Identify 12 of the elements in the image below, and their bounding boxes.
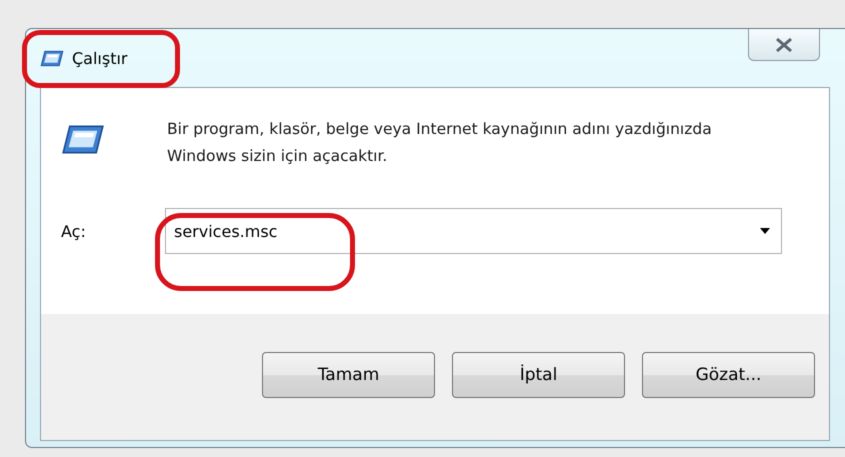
open-combobox[interactable]: services.msc xyxy=(165,208,782,254)
close-button[interactable] xyxy=(748,29,820,61)
window-title: Çalıştır xyxy=(72,48,128,68)
dialog-button[interactable]: Tamam xyxy=(262,352,435,398)
run-icon xyxy=(61,124,105,155)
run-icon xyxy=(40,50,64,66)
field-label: Aç: xyxy=(61,222,87,240)
close-icon xyxy=(774,36,794,52)
description-text: Bir program, klasör, belge veya Internet kaynağının adını yazdığınızda Windows sizin için açacaktır. xyxy=(167,119,713,167)
dialog-button[interactable]: İptal xyxy=(452,352,625,398)
dropdown-arrow-icon[interactable] xyxy=(759,227,771,235)
dialog-button[interactable]: Gözat... xyxy=(642,352,815,398)
